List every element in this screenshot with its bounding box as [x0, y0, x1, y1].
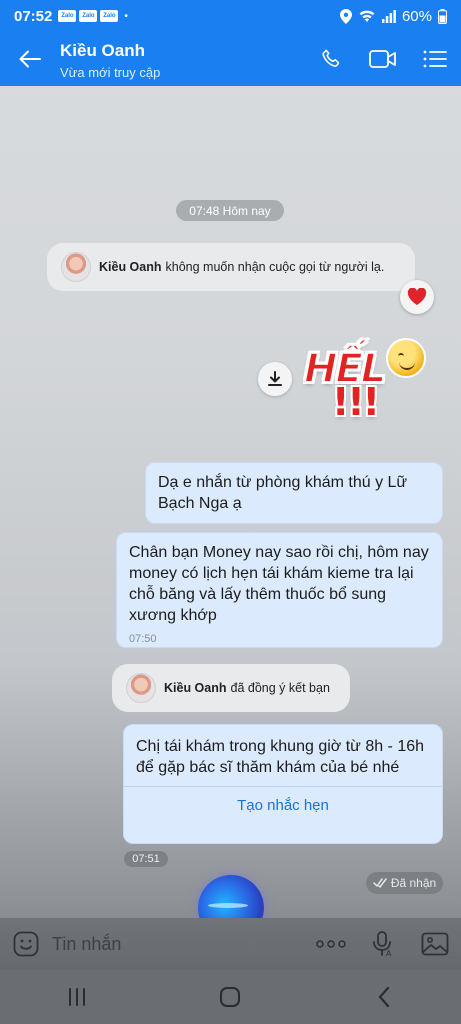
message-input-bar: Tin nhắn A [0, 918, 461, 970]
message-bubble[interactable]: Dạ e nhắn từ phòng khám thú y Lữ Bạch Ng… [145, 462, 443, 524]
gallery-button[interactable] [409, 918, 461, 970]
video-call-button[interactable] [357, 32, 409, 86]
wifi-icon [358, 9, 376, 23]
smiley-face-icon [386, 338, 426, 378]
system-message-call-blocked: Kiều Oanh không muốn nhận cuộc gọi từ ng… [47, 243, 415, 291]
battery-icon [438, 8, 447, 24]
message-bubble-with-reminder[interactable]: Chị tái khám trong khung giờ từ 8h - 16h… [123, 724, 443, 844]
system-message-name: Kiều Oanh [99, 260, 162, 274]
avatar[interactable] [126, 673, 156, 703]
last-active-status: Vừa mới truy cập [60, 64, 161, 80]
heart-icon [407, 288, 427, 305]
message-bubble[interactable]: Chân bạn Money nay sao rồi chị, hôm nay … [116, 532, 443, 648]
download-icon [268, 371, 282, 386]
contact-name: Kiều Oanh [60, 40, 146, 60]
zalo-notification-icon: Zalo [100, 10, 119, 22]
phone-icon [322, 49, 340, 67]
status-time: 07:52 [14, 7, 53, 25]
list-menu-icon [423, 50, 447, 68]
status-bar: 07:52 Zalo Zalo Zalo • 60% [0, 0, 461, 32]
voice-call-button[interactable] [305, 32, 357, 86]
more-dots-icon [316, 940, 346, 948]
system-message-text: đã đồng ý kết bạn [230, 681, 330, 695]
system-message-name: Kiều Oanh [164, 681, 227, 695]
recent-apps-icon [68, 988, 85, 1006]
battery-percent: 60% [401, 7, 432, 25]
double-check-icon [373, 878, 387, 888]
message-time: 07:50 [129, 633, 157, 645]
conversation-title[interactable]: Kiều Oanh Vừa mới truy cập [60, 39, 305, 80]
avatar[interactable] [61, 252, 91, 282]
location-icon [339, 8, 352, 24]
video-camera-icon [369, 50, 396, 68]
back-nav-button[interactable] [344, 970, 424, 1024]
options-menu-button[interactable] [409, 32, 461, 86]
message-text: Chị tái khám trong khung giờ từ 8h - 16h… [136, 738, 425, 776]
back-arrow-icon [19, 50, 41, 68]
message-text: Dạ e nhắn từ phòng khám thú y Lữ Bạch Ng… [158, 474, 408, 512]
download-button[interactable] [258, 362, 292, 396]
emoji-button[interactable] [0, 918, 52, 970]
microphone-icon: A [373, 931, 392, 957]
zalo-notification-icon: Zalo [79, 10, 98, 22]
create-reminder-button[interactable]: Tạo nhắc hẹn [124, 786, 442, 824]
emoji-icon [13, 931, 39, 957]
heart-reaction-button[interactable] [400, 280, 434, 314]
recent-apps-button[interactable] [37, 970, 117, 1024]
home-icon [220, 987, 241, 1007]
system-message-text: không muốn nhận cuộc gọi từ người lạ. [165, 260, 385, 274]
chat-header: Kiều Oanh Vừa mới truy cập [0, 32, 461, 86]
image-icon [421, 932, 449, 956]
notification-dot: • [124, 10, 128, 22]
back-button[interactable] [0, 32, 60, 86]
voice-message-button[interactable]: A [357, 918, 409, 970]
date-time-divider: 07:48 Hôm nay [176, 200, 284, 221]
message-text: Chân bạn Money nay sao rồi chị, hôm nay … [129, 544, 429, 624]
message-input[interactable]: Tin nhắn [52, 934, 305, 955]
zalo-notification-icon: Zalo [58, 10, 77, 22]
svg-text:A: A [386, 949, 392, 957]
sticker-message[interactable]: HẾL !!! [298, 332, 443, 428]
message-time: 07:51 [124, 851, 168, 867]
delivery-status: Đã nhận [366, 872, 443, 894]
system-navigation-bar [0, 970, 461, 1024]
home-button[interactable] [190, 970, 270, 1024]
more-options-button[interactable] [305, 918, 357, 970]
chevron-left-icon [379, 986, 390, 1008]
sticker-exclamations: !!! [332, 380, 380, 424]
system-message-friend-accepted: Kiều Oanh đã đồng ý kết bạn [112, 664, 350, 712]
signal-icon [381, 9, 396, 23]
delivery-status-text: Đã nhận [390, 876, 437, 890]
